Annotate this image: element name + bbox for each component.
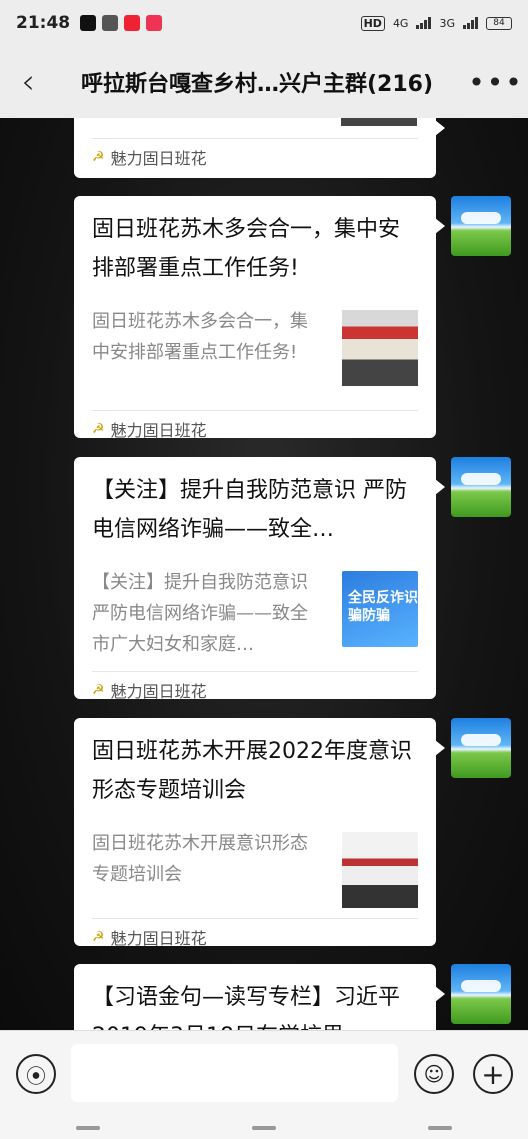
notification-icons (80, 15, 163, 31)
article-title: 【关注】提升自我防范意识 严防电信网络诈骗——致全… (92, 478, 407, 542)
sender-avatar[interactable] (451, 457, 511, 517)
nav-back-icon[interactable] (428, 1126, 452, 1130)
status-time: 21:48 (16, 13, 71, 33)
mail-icon (102, 15, 119, 31)
thumb-partial (341, 118, 417, 126)
nav-menu-icon[interactable] (76, 1126, 100, 1130)
sender-avatar[interactable] (451, 196, 511, 256)
party-emblem-icon: ☭ (92, 420, 105, 437)
voice-button[interactable]: ⦿ (16, 1054, 56, 1094)
article-thumbnail (342, 310, 418, 386)
source-name: 魅力固日班花 (110, 420, 207, 440)
voice-icon: ⦿ (26, 1063, 46, 1088)
tiktok-icon (80, 15, 97, 31)
party-emblem-icon: ☭ (92, 148, 105, 165)
system-nav-bar (0, 1126, 528, 1139)
article-thumbnail (342, 832, 418, 908)
chat-header: ‹ 呼拉斯台嘎查乡村…兴户主群(216) ••• (0, 46, 528, 118)
article-title: 固日班花苏木开展2022年度意识形态专题培训会 (92, 739, 412, 803)
message-source: ☭ 魅力固日班花 (92, 671, 418, 707)
chevron-left-icon: ‹ (21, 62, 35, 102)
net2-label: 3G (439, 16, 455, 30)
back-button[interactable]: ‹ (0, 46, 56, 118)
chat-title: 呼拉斯台嘎查乡村…兴户主群(216) (80, 72, 434, 97)
message-bubble[interactable]: 固日班花苏木开展2022年度意识形态专题培训会 固日班花苏木开展意识形态专题培训… (74, 718, 445, 948)
more-button[interactable]: ••• (464, 46, 528, 118)
message-bubble[interactable]: 固日班花苏木多会合一，集中安排部署重点工作任务! 固日班花苏木多会合一，集中安排… (74, 196, 445, 440)
article-title: 固日班花苏木多会合一，集中安排部署重点工作任务! (92, 217, 401, 281)
source-name: 魅力固日班花 (110, 681, 207, 701)
sender-avatar[interactable] (451, 964, 511, 1024)
hd-label: HD (360, 15, 385, 31)
more-dots-icon: ••• (468, 65, 524, 99)
source-name: 魅力固日班花 (110, 148, 207, 168)
message-input[interactable] (71, 1044, 398, 1102)
battery-icon: 84 (486, 16, 512, 30)
plus-button[interactable]: + (473, 1054, 513, 1094)
emoji-button[interactable]: ☺ (414, 1054, 454, 1094)
nav-home-icon[interactable] (252, 1126, 276, 1130)
article-title: 【习语金句—读写专栏】习近平2019年3月18日在学校思… (92, 985, 401, 1030)
party-emblem-icon: ☭ (92, 681, 105, 698)
article-desc: 固日班花苏木多会合一，集中安排部署重点工作任务! (92, 311, 308, 363)
article-thumbnail: 全民反诈识骗防骗 (342, 571, 418, 647)
status-bar: 21:48 HD 4G 3G 84 (0, 0, 528, 46)
message-bubble[interactable]: 【关注】提升自我防范意识 严防电信网络诈骗——致全… 【关注】提升自我防范意识 … (74, 457, 445, 701)
input-bar: ⦿ ☺ + (0, 1030, 528, 1139)
message-source: ☭ 魅力固日班花 (92, 410, 418, 446)
article-desc: 【关注】提升自我防范意识 严防电信网络诈骗——致全市广大妇女和家庭… (92, 572, 308, 655)
net1-label: 4G (392, 16, 409, 30)
source-name: 魅力固日班花 (110, 928, 207, 948)
message-bubble[interactable]: 【习语金句—读写专栏】习近平2019年3月18日在学校思… (74, 964, 445, 1030)
news-icon (124, 15, 141, 31)
app-badge-icon (146, 15, 163, 31)
article-desc: 固日班花苏木开展意识形态专题培训会 (92, 833, 308, 885)
chat-message-list[interactable]: ☭ 魅力固日班花 固日班花苏木多会合一，集中安排部署重点工作任务! 固日班花苏木… (0, 118, 528, 1030)
signal-icon (416, 17, 432, 29)
sender-avatar[interactable] (451, 718, 511, 778)
message-source: ☭ 魅力固日班花 (92, 138, 418, 174)
thumb-caption: 全民反诈识骗防骗 (348, 590, 418, 624)
message-source: ☭ 魅力固日班花 (92, 918, 418, 954)
emoji-icon: ☺ (423, 1062, 445, 1086)
message-bubble[interactable]: ☭ 魅力固日班花 (74, 118, 445, 178)
plus-icon: + (481, 1057, 505, 1091)
party-emblem-icon: ☭ (92, 928, 105, 945)
signal-icon-2 (463, 17, 478, 29)
